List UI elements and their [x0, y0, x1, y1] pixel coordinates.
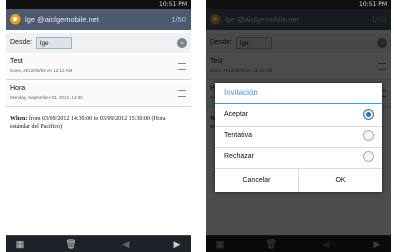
when-label: When:: [10, 116, 28, 122]
invitation-dialog-screen: 10:51 PM lge @aiclgemobile.net 1/50 Desd…: [206, 0, 391, 252]
radio-decline[interactable]: [363, 151, 374, 162]
status-time: 10:51 PM: [359, 1, 387, 8]
message-body: When: from 03/09/2012 14:30:00 to 03/09/…: [10, 115, 186, 131]
invitation-dialog: Invitación Aceptar Tentativa Rechazar Ca…: [215, 83, 382, 192]
app-header: lge @aiclgemobile.net 1/50: [6, 9, 191, 30]
radio-accept[interactable]: [363, 109, 374, 120]
item-subtitle: lunes, 2012/09/03 en 12:12 AM: [10, 68, 73, 73]
list-item[interactable]: Hora Monday, September 03, 2012, 14:30: [6, 82, 191, 107]
flag-icon[interactable]: [178, 63, 186, 70]
item-subtitle: Monday, September 03, 2012, 14:30: [10, 95, 83, 100]
account-name: lge @aiclgemobile.net: [25, 15, 99, 24]
chevron-down-icon[interactable]: ⌄: [177, 38, 187, 48]
item-title: Hora: [10, 85, 26, 92]
status-time: 10:51 PM: [159, 1, 187, 8]
dialog-buttons: Cancelar OK: [215, 169, 382, 192]
email-app-icon: [10, 14, 21, 25]
list-item[interactable]: Test lunes, 2012/09/03 en 12:12 AM: [6, 55, 191, 80]
bottom-toolbar: ▦ 🗑 ◀ ▶: [6, 235, 191, 252]
status-bar: 10:51 PM: [206, 0, 391, 9]
dialog-divider: [215, 103, 382, 104]
ok-button[interactable]: OK: [299, 169, 382, 192]
from-row: Desde: lge ⌄: [6, 33, 191, 53]
grid-icon[interactable]: ▦: [10, 236, 30, 252]
option-label: Aceptar: [224, 111, 249, 118]
arrow-left-icon[interactable]: ◀: [116, 236, 136, 252]
option-label: Tentativa: [224, 132, 253, 139]
when-text: from 03/09/2012 14:30:00 to 03/09/2012 1…: [10, 116, 166, 130]
arrow-right-icon[interactable]: ▶: [167, 236, 187, 252]
from-label: Desde:: [10, 39, 33, 46]
dialog-title: Invitación: [224, 88, 258, 97]
option-tentative[interactable]: Tentativa: [215, 126, 382, 148]
flag-icon[interactable]: [178, 90, 186, 97]
trash-icon[interactable]: 🗑: [61, 236, 81, 252]
radio-tentative[interactable]: [363, 130, 374, 141]
option-decline[interactable]: Rechazar: [215, 147, 382, 169]
status-bar: 10:51 PM: [6, 0, 191, 9]
cancel-button[interactable]: Cancelar: [215, 169, 299, 192]
sender-chip[interactable]: lge: [36, 37, 72, 49]
item-title: Test: [10, 58, 23, 65]
option-label: Rechazar: [224, 153, 254, 160]
message-count: 1/50: [171, 15, 186, 24]
email-view-screen: 10:51 PM lge @aiclgemobile.net 1/50 Desd…: [6, 0, 191, 252]
option-accept[interactable]: Aceptar: [215, 105, 382, 127]
